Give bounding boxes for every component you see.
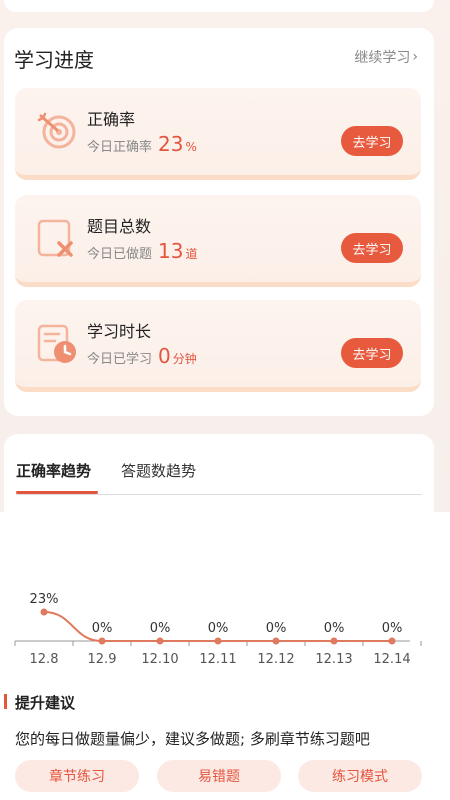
- x-tick-label: 12.8: [30, 652, 59, 667]
- go-learn-button[interactable]: 去学习: [341, 338, 403, 368]
- stat-card-total: 题目总数 今日已做题 13 道 去学习: [15, 195, 421, 287]
- practice-mode-button[interactable]: 练习模式: [298, 760, 422, 792]
- data-label: 0%: [92, 621, 113, 636]
- stat-label: 学习时长: [87, 322, 152, 341]
- data-point: [272, 637, 280, 645]
- tab-count-trend[interactable]: 答题数趋势: [121, 460, 196, 481]
- stat-sub: 今日正确率 23 %: [87, 132, 197, 156]
- x-tick-label: 12.11: [199, 652, 236, 667]
- stat-unit: 道: [185, 247, 198, 261]
- stat-value: 13: [158, 239, 184, 263]
- data-point: [156, 637, 164, 645]
- go-learn-button[interactable]: 去学习: [341, 126, 403, 156]
- section-title: 学习进度: [14, 48, 94, 72]
- data-label: 0%: [208, 621, 229, 636]
- data-label: 0%: [382, 621, 403, 636]
- stat-sub-text: 今日已学习: [87, 352, 153, 367]
- go-learn-button[interactable]: 去学习: [341, 233, 403, 263]
- target-icon: [37, 112, 76, 149]
- stat-card-accuracy: 正确率 今日正确率 23 % 去学习: [15, 88, 421, 180]
- data-point: [98, 637, 106, 645]
- tab-divider: [16, 494, 422, 495]
- data-point: [214, 637, 222, 645]
- clock-doc-icon: [37, 324, 76, 363]
- chapter-practice-button[interactable]: 章节练习: [15, 760, 139, 792]
- data-label: 0%: [150, 621, 171, 636]
- advice-title: 提升建议: [15, 694, 76, 712]
- data-point: [388, 637, 396, 645]
- data-point: [40, 608, 48, 616]
- x-tick-label: 12.13: [315, 652, 352, 667]
- data-label: 0%: [324, 621, 345, 636]
- chevron-right-icon: ›: [412, 49, 418, 65]
- stat-label: 正确率: [87, 110, 136, 129]
- x-tick-label: 12.14: [373, 652, 410, 667]
- stat-unit: %: [185, 140, 197, 154]
- x-tick-label: 12.10: [141, 652, 178, 667]
- stat-value: 23: [158, 132, 184, 156]
- x-tick-label: 12.12: [257, 652, 294, 667]
- advice-accent-bar: [4, 694, 7, 709]
- stat-value: 0: [158, 344, 171, 368]
- question-x-icon: [37, 219, 73, 257]
- stat-sub-text: 今日已做题: [87, 247, 153, 262]
- stat-sub: 今日已做题 13 道: [87, 239, 197, 263]
- mistake-questions-button[interactable]: 易错题: [157, 760, 281, 792]
- stat-card-duration: 学习时长 今日已学习 0 分钟 去学习: [15, 300, 421, 392]
- advice-text: 您的每日做题量偏少，建议多做题; 多刷章节练习题吧: [15, 730, 370, 748]
- stat-sub: 今日已学习 0 分钟: [87, 344, 197, 368]
- stat-label: 题目总数: [87, 217, 152, 236]
- x-tick-label: 12.9: [88, 652, 117, 667]
- stat-unit: 分钟: [172, 352, 197, 366]
- trend-chart: 23% 12.8 0% 12.9 0% 12.10 0% 12.11 0% 12.12 0% 12.1…: [14, 592, 422, 667]
- data-point: [330, 637, 338, 645]
- top-card: [4, 0, 434, 12]
- data-label: 0%: [266, 621, 287, 636]
- continue-learning-link[interactable]: 继续学习 ›: [354, 47, 418, 67]
- tab-accuracy-trend[interactable]: 正确率趋势: [16, 460, 91, 481]
- data-label: 23%: [30, 592, 59, 607]
- continue-label: 继续学习: [354, 50, 411, 66]
- stat-sub-text: 今日正确率: [87, 140, 153, 155]
